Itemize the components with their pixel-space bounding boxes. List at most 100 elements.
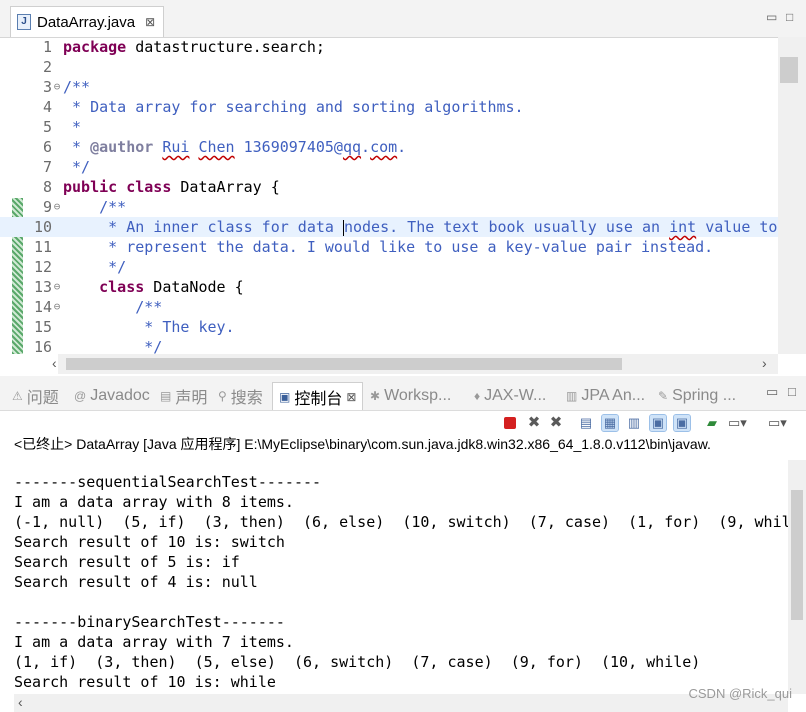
- spring-icon: ✎: [658, 389, 669, 403]
- code-line[interactable]: 7 */: [0, 157, 778, 177]
- scroll-right-icon[interactable]: ›: [762, 355, 767, 371]
- scroll-thumb[interactable]: [791, 490, 803, 620]
- console-output[interactable]: -------sequentialSearchTest------- I am a…: [14, 472, 788, 696]
- line-number: 2: [42, 58, 52, 76]
- scroll-lock-icon[interactable]: ▦: [601, 414, 619, 432]
- code-area[interactable]: 1 package datastructure.search; 2 3 ⊖/** 4 * …: [0, 37, 778, 354]
- console-line: Search result of 4 is: null: [14, 573, 258, 591]
- code-line[interactable]: 12 */: [0, 257, 778, 277]
- display-console-icon[interactable]: ▭▾: [728, 415, 747, 431]
- code-text: public class DataArray {: [63, 178, 280, 196]
- scroll-left-icon[interactable]: ‹: [52, 355, 57, 371]
- jaxws-icon: ♦: [474, 389, 481, 403]
- maximize-icon[interactable]: □: [788, 384, 796, 399]
- tab-label: Spring ...: [672, 387, 737, 404]
- code-line[interactable]: 10 * An inner class for data nodes. The …: [0, 217, 778, 237]
- fold-toggle-icon[interactable]: ⊖: [52, 197, 62, 217]
- tab-console[interactable]: ▣ 控制台 ⊠: [272, 382, 364, 410]
- code-text: package datastructure.search;: [63, 38, 325, 56]
- code-line[interactable]: 6 * @author Rui Chen 1369097405@qq.com.: [0, 137, 778, 157]
- line-number: 9: [42, 198, 52, 216]
- word-wrap-icon[interactable]: ▥: [626, 415, 642, 431]
- console-horizontal-scrollbar[interactable]: ‹: [14, 694, 788, 712]
- editor-horizontal-scrollbar[interactable]: ‹ ›: [52, 354, 778, 374]
- code-text: * represent the data. I would like to us…: [63, 238, 714, 256]
- line-number: 13: [33, 278, 52, 296]
- minimize-icon[interactable]: ▭: [766, 384, 778, 400]
- scroll-thumb[interactable]: [66, 358, 622, 370]
- code-text: *: [63, 118, 82, 136]
- problems-icon: ⚠: [12, 389, 23, 403]
- line-number: 16: [33, 338, 52, 354]
- tab-label: 问题: [26, 390, 59, 407]
- tab-label: JPA An...: [581, 387, 646, 404]
- line-number: 3: [42, 78, 52, 96]
- code-line[interactable]: 2: [0, 57, 778, 77]
- code-line[interactable]: 11 * represent the data. I would like to…: [0, 237, 778, 257]
- fold-toggle-icon[interactable]: ⊖: [52, 77, 62, 97]
- maximize-icon[interactable]: □: [786, 10, 793, 24]
- tab-declaration[interactable]: ▤ 声明: [160, 382, 207, 410]
- line-number: 7: [42, 158, 52, 176]
- show-on-stderr-icon[interactable]: ▣: [673, 414, 691, 432]
- tab-workspace[interactable]: ✱ Worksp...: [370, 382, 451, 410]
- code-line[interactable]: 13 ⊖ class DataNode {: [0, 277, 778, 297]
- tab-spring[interactable]: ✎ Spring ...: [658, 382, 736, 410]
- remove-launch-icon[interactable]: ✖: [526, 415, 542, 431]
- scroll-thumb[interactable]: [780, 57, 798, 83]
- code-line[interactable]: 1 package datastructure.search;: [0, 37, 778, 57]
- line-number: 1: [42, 38, 52, 56]
- code-text: */: [63, 158, 91, 176]
- line-number: 6: [42, 138, 52, 156]
- tab-label: 声明: [175, 390, 208, 407]
- code-text: /**: [99, 198, 127, 216]
- code-line[interactable]: 16 */: [0, 337, 778, 354]
- minimize-icon[interactable]: ▭: [766, 10, 777, 24]
- show-on-stdout-icon[interactable]: ▣: [649, 414, 667, 432]
- code-text: * Data array for searching and sorting a…: [63, 98, 524, 116]
- clear-console-icon[interactable]: ▤: [578, 415, 594, 431]
- remove-all-icon[interactable]: ✖: [548, 415, 564, 431]
- line-number: 4: [42, 98, 52, 116]
- code-line[interactable]: 14 ⊖ /**: [0, 297, 778, 317]
- console-vertical-scrollbar[interactable]: [788, 460, 806, 694]
- code-line[interactable]: 8 public class DataArray {: [0, 177, 778, 197]
- line-number: 11: [33, 238, 52, 256]
- line-number: 15: [33, 318, 52, 336]
- editor-tab-dataarray[interactable]: J DataArray.java ⊠: [10, 6, 165, 37]
- view-tab-bar: ⚠ 问题 @ Javadoc ▤ 声明 ⚲ 搜索 ▣ 控制台 ⊠ ✱ Worksp... ♦ JAX-W..…: [0, 376, 806, 411]
- code-text: * @author Rui Chen 1369097405@qq.com.: [63, 138, 407, 156]
- code-text: /**: [63, 78, 91, 96]
- watermark: CSDN @Rick_qui: [688, 686, 793, 701]
- code-text: */: [63, 338, 163, 354]
- open-console-icon[interactable]: ▭▾: [768, 415, 787, 431]
- tab-javadoc[interactable]: @ Javadoc: [74, 382, 150, 410]
- console-line: Search result of 10 is: switch: [14, 533, 285, 551]
- fold-toggle-icon[interactable]: ⊖: [52, 277, 62, 297]
- tab-search[interactable]: ⚲ 搜索: [218, 382, 263, 410]
- close-icon[interactable]: ⊠: [346, 390, 356, 404]
- tab-problems[interactable]: ⚠ 问题: [12, 382, 59, 410]
- search-icon: ⚲: [218, 389, 227, 403]
- editor-vertical-scrollbar[interactable]: [778, 37, 806, 354]
- code-line[interactable]: 4 * Data array for searching and sorting…: [0, 97, 778, 117]
- console-line: (-1, null) (5, if) (3, then) (6, else) (…: [14, 513, 788, 531]
- tab-jaxws[interactable]: ♦ JAX-W...: [474, 382, 546, 410]
- console-view: ⚠ 问题 @ Javadoc ▤ 声明 ⚲ 搜索 ▣ 控制台 ⊠ ✱ Worksp... ♦ JAX-W..…: [0, 376, 806, 712]
- terminate-icon[interactable]: [504, 417, 516, 429]
- code-line[interactable]: 9 ⊖ /**: [0, 197, 778, 217]
- code-line[interactable]: 15 * The key.: [0, 317, 778, 337]
- pin-console-icon[interactable]: ▰: [704, 415, 720, 431]
- console-line: Search result of 10 is: while: [14, 673, 276, 691]
- code-line[interactable]: 3 ⊖/**: [0, 77, 778, 97]
- fold-toggle-icon[interactable]: ⊖: [52, 297, 62, 317]
- close-icon[interactable]: ⊠: [145, 15, 155, 29]
- tab-label: JAX-W...: [484, 387, 547, 404]
- tab-label: Worksp...: [384, 387, 452, 404]
- line-number: 10: [33, 218, 52, 236]
- scroll-left-icon[interactable]: ‹: [18, 694, 23, 710]
- code-line[interactable]: 5 *: [0, 117, 778, 137]
- tab-label: Javadoc: [90, 387, 150, 404]
- tab-jpa[interactable]: ▥ JPA An...: [566, 382, 645, 410]
- editor-pane: J DataArray.java ⊠ ▭ □ 1 package datastru…: [0, 0, 806, 374]
